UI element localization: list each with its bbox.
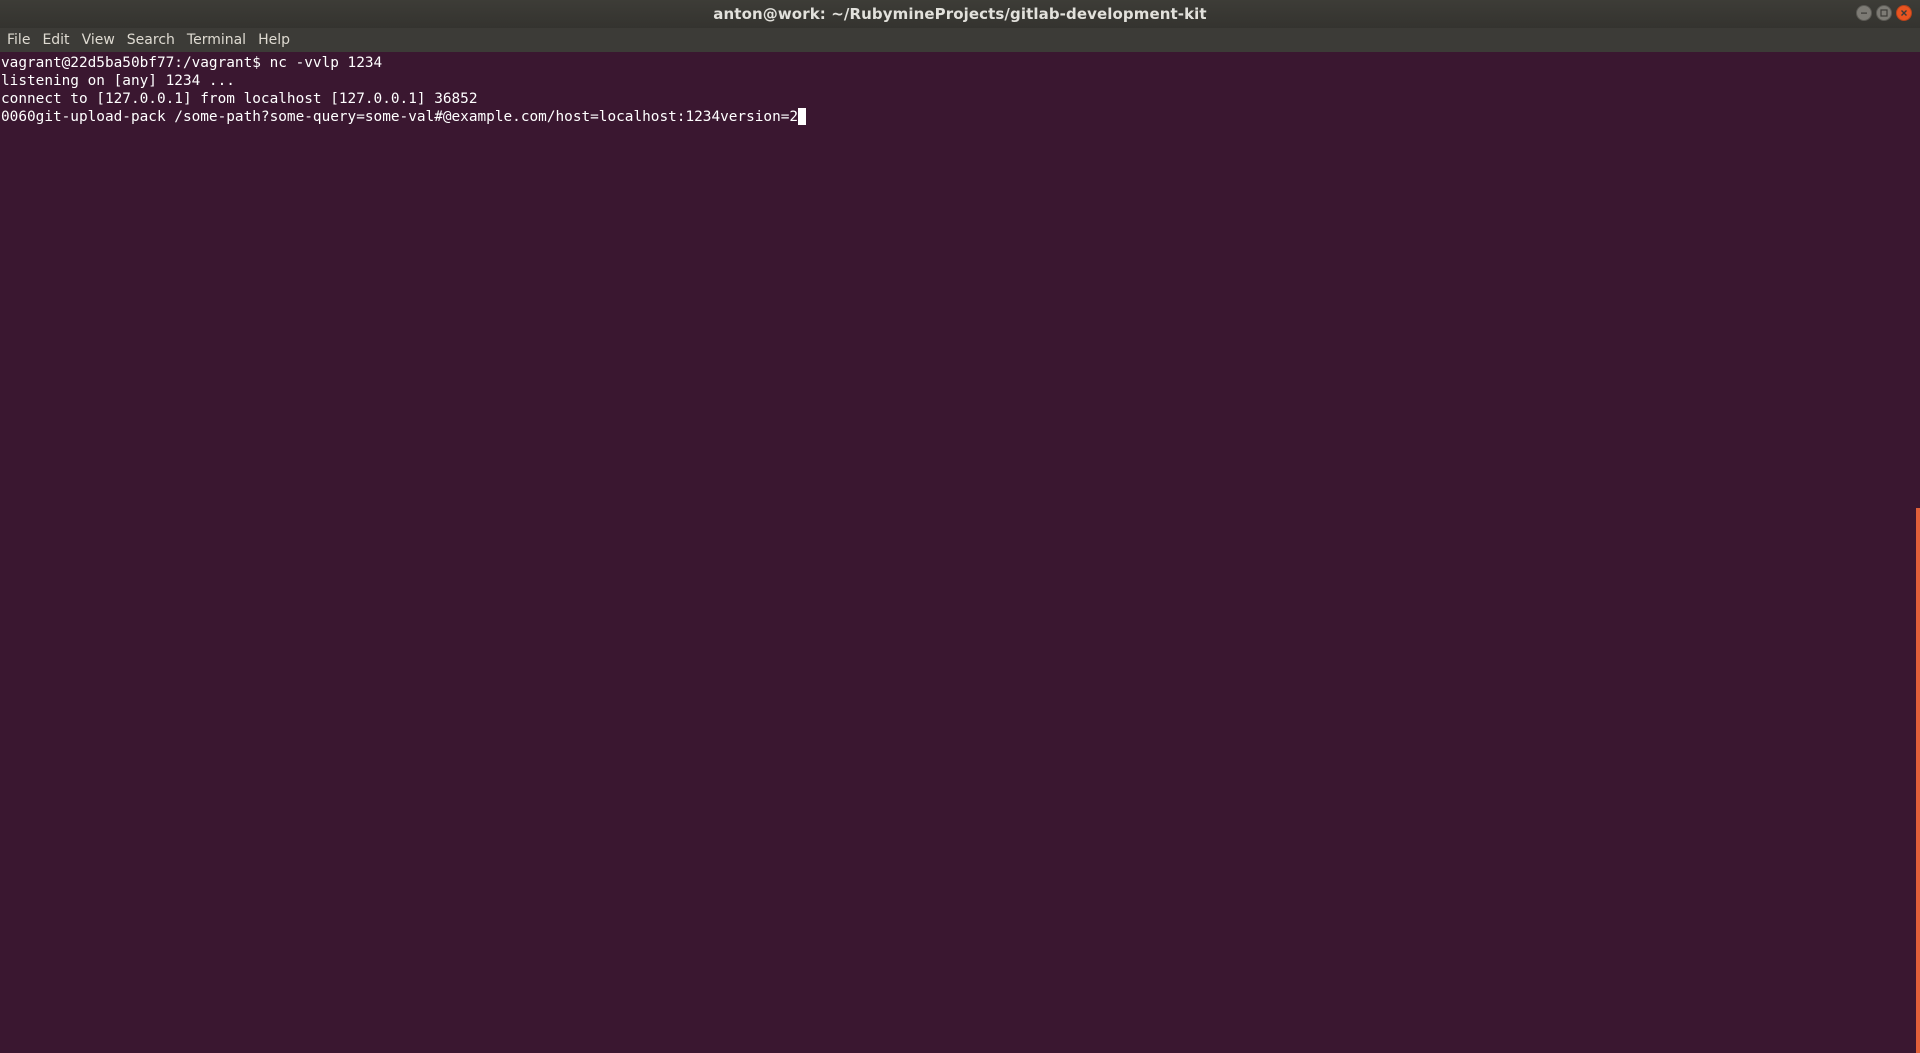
maximize-button[interactable]: [1876, 5, 1892, 21]
window-controls: [1856, 5, 1912, 21]
menu-file[interactable]: File: [2, 30, 35, 50]
terminal-window: anton@work: ~/RubymineProjects/gitlab-de…: [0, 0, 1920, 1053]
menu-view[interactable]: View: [77, 30, 120, 50]
menu-edit[interactable]: Edit: [37, 30, 74, 50]
title-bar[interactable]: anton@work: ~/RubymineProjects/gitlab-de…: [0, 0, 1920, 28]
terminal-line: connect to [127.0.0.1] from localhost [1…: [1, 91, 478, 107]
terminal-line-text: 0060git-upload-pack /some-path?some-quer…: [1, 109, 799, 125]
maximize-icon: [1880, 9, 1888, 17]
scrollbar-thumb[interactable]: [1916, 508, 1920, 1053]
close-icon: [1901, 10, 1907, 16]
close-button[interactable]: [1896, 5, 1912, 21]
menu-search[interactable]: Search: [122, 30, 180, 50]
menu-bar: File Edit View Search Terminal Help: [0, 28, 1920, 52]
minimize-icon: [1861, 12, 1867, 14]
menu-terminal[interactable]: Terminal: [182, 30, 251, 50]
terminal-line-last: 0060git-upload-pack /some-path?some-quer…: [0, 108, 1912, 126]
terminal-line: vagrant@22d5ba50bf77:/vagrant$ nc -vvlp …: [1, 55, 383, 71]
menu-help[interactable]: Help: [253, 30, 295, 50]
terminal-output[interactable]: vagrant@22d5ba50bf77:/vagrant$ nc -vvlp …: [0, 52, 1912, 1053]
minimize-button[interactable]: [1856, 5, 1872, 21]
terminal-line: listening on [any] 1234 ...: [1, 73, 235, 89]
scrollbar[interactable]: [1914, 52, 1920, 1053]
window-title: anton@work: ~/RubymineProjects/gitlab-de…: [713, 5, 1207, 23]
text-cursor: [798, 108, 807, 125]
